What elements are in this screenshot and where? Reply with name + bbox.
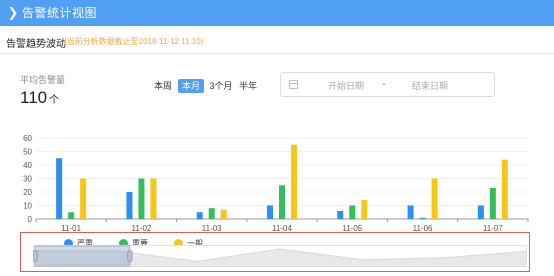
y-tick-label: 30 bbox=[23, 175, 32, 184]
date-separator: - bbox=[382, 79, 386, 89]
period-week-button[interactable]: 本周 bbox=[151, 79, 175, 93]
bar-2 bbox=[361, 200, 368, 219]
y-tick-label: 40 bbox=[23, 161, 32, 170]
slider-handle-left[interactable] bbox=[33, 250, 38, 262]
bar-2 bbox=[431, 178, 438, 219]
y-tick-label: 10 bbox=[23, 202, 32, 211]
bar-2 bbox=[220, 209, 227, 219]
bar-1 bbox=[68, 212, 75, 219]
bar-2 bbox=[80, 178, 87, 219]
end-date-input[interactable]: 结束日期 bbox=[405, 79, 455, 92]
bar-0 bbox=[267, 205, 273, 219]
bar-1 bbox=[279, 185, 285, 219]
bar-0 bbox=[477, 205, 484, 219]
average-alarm-unit: 个 bbox=[49, 95, 60, 106]
bar-0 bbox=[56, 158, 63, 219]
chevron-right-icon[interactable]: ❯ bbox=[7, 5, 19, 21]
period-month-button[interactable]: 本月 bbox=[178, 79, 204, 93]
bar-1 bbox=[138, 178, 145, 219]
bar-1 bbox=[349, 205, 356, 219]
y-tick-label: 60 bbox=[23, 134, 32, 143]
period-halfyear-button[interactable]: 半年 bbox=[237, 79, 259, 93]
alarm-trend-chart: 010203040506011-01 11-02 11-03 11-04 11-05 11… bbox=[23, 134, 529, 233]
y-tick-label: 0 bbox=[28, 215, 33, 224]
datazoom-slider[interactable] bbox=[33, 245, 527, 267]
y-tick-label: 50 bbox=[23, 148, 32, 157]
start-date-input[interactable]: 开始日期 bbox=[321, 79, 371, 92]
slider-window[interactable] bbox=[34, 245, 131, 267]
bar-2 bbox=[291, 144, 297, 219]
bar-2 bbox=[150, 178, 157, 219]
page-title: 告警统计视图 bbox=[22, 6, 98, 20]
average-alarm-label: 平均告警量 bbox=[20, 75, 66, 85]
bar-1 bbox=[419, 217, 426, 219]
average-alarm-value: 110 个 bbox=[20, 88, 59, 108]
y-tick-label: 20 bbox=[23, 188, 32, 197]
bar-0 bbox=[337, 210, 344, 219]
bar-0 bbox=[126, 192, 133, 219]
bar-0 bbox=[196, 212, 203, 219]
bar-2 bbox=[501, 159, 508, 219]
data-cutoff-note: (当前分析数据截止至2018-11-12 11:10) bbox=[64, 37, 204, 46]
bar-1 bbox=[489, 187, 496, 219]
slider-handle-right[interactable] bbox=[127, 250, 133, 262]
bar-0 bbox=[407, 205, 414, 219]
section-header: 告警趋势波动 (当前分析数据截止至2018-11-12 11:10) bbox=[0, 30, 554, 54]
page-header: ❯ 告警统计视图 bbox=[0, 0, 554, 26]
period-3months-button[interactable]: 3个月 bbox=[207, 79, 235, 93]
calendar-icon bbox=[289, 80, 298, 89]
date-range-picker[interactable]: 开始日期 - 结束日期 bbox=[280, 72, 495, 97]
bar-1 bbox=[208, 208, 215, 219]
section-title: 告警趋势波动 bbox=[6, 39, 66, 50]
average-alarm-number: 110 bbox=[20, 88, 48, 107]
